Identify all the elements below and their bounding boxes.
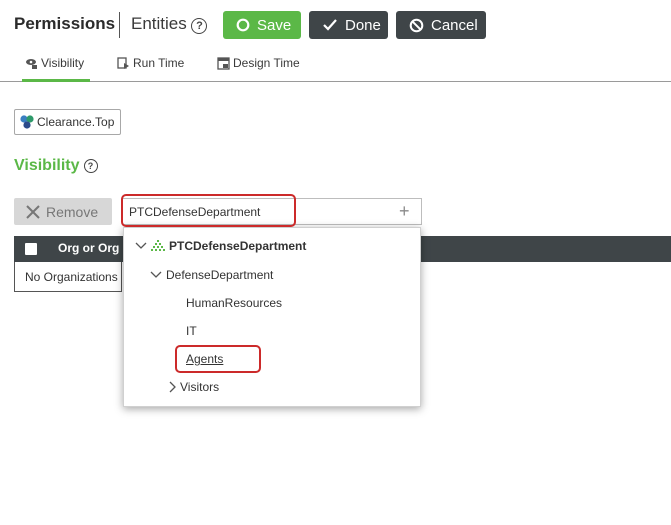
tab-run-time[interactable]: Run Time: [117, 56, 184, 70]
tree-item-label: HumanResources: [186, 296, 283, 310]
chevron-down-icon[interactable]: [150, 270, 162, 280]
tree-item-it[interactable]: IT: [186, 324, 197, 338]
add-icon[interactable]: +: [399, 202, 410, 220]
org-tree-icon: [151, 240, 165, 252]
tab-label: Visibility: [41, 56, 85, 70]
agents-highlight-box: [175, 345, 261, 373]
ban-icon: [409, 18, 424, 33]
checkmark-icon: [322, 18, 338, 32]
entities-text: Entities: [131, 14, 187, 33]
circle-icon: [236, 18, 250, 32]
remove-button-label: Remove: [46, 203, 99, 220]
tab-visibility[interactable]: Visibility: [25, 56, 84, 70]
tree-item-defense-department[interactable]: DefenseDepartment: [150, 268, 273, 282]
tree-item-label: IT: [186, 324, 197, 338]
empty-state-text: No Organizations: [25, 270, 118, 284]
tree-item-human-resources[interactable]: HumanResources: [186, 296, 282, 310]
remove-button[interactable]: Remove: [14, 198, 112, 225]
column-header-org[interactable]: Org or Org: [58, 241, 119, 255]
tab-divider: [0, 81, 671, 82]
tree-item-label: PTCDefenseDepartment: [169, 239, 307, 253]
header-divider: [119, 12, 120, 38]
select-all-checkbox[interactable]: [25, 243, 37, 255]
done-button[interactable]: Done: [309, 11, 388, 39]
help-icon[interactable]: ?: [191, 18, 208, 34]
tree-item-label: Visitors: [180, 380, 220, 394]
runtime-icon: [117, 56, 130, 70]
help-icon[interactable]: ?: [83, 159, 98, 173]
tree-item-label: DefenseDepartment: [166, 268, 274, 282]
tab-label: Run Time: [133, 56, 185, 70]
close-icon: [26, 204, 40, 219]
tree-item-visitors[interactable]: Visitors: [168, 380, 219, 394]
clearance-label: Clearance.Top: [37, 115, 115, 129]
chevron-down-icon[interactable]: [135, 241, 147, 251]
search-highlight-box: [121, 194, 296, 227]
clearance-chip[interactable]: Clearance.Top: [14, 109, 121, 135]
hexagon-cluster-icon: [19, 114, 35, 130]
done-button-label: Done: [345, 16, 381, 34]
chevron-right-icon[interactable]: [168, 381, 176, 393]
cancel-button[interactable]: Cancel: [396, 11, 486, 39]
tab-design-time[interactable]: Design Time: [217, 56, 300, 70]
tree-item-root[interactable]: PTCDefenseDepartment: [135, 239, 306, 253]
page-title: Permissions: [14, 14, 116, 33]
eye-lock-icon: [25, 57, 38, 70]
visibility-heading: Visibility ?: [14, 157, 98, 175]
design-time-icon: [217, 56, 230, 70]
visibility-heading-text: Visibility: [14, 157, 80, 174]
save-button[interactable]: Save: [223, 11, 301, 39]
tab-label: Design Time: [233, 56, 300, 70]
cancel-button-label: Cancel: [431, 16, 478, 34]
active-tab-indicator: [22, 79, 90, 82]
save-button-label: Save: [257, 16, 292, 34]
entities-label[interactable]: Entities ?: [131, 14, 208, 34]
